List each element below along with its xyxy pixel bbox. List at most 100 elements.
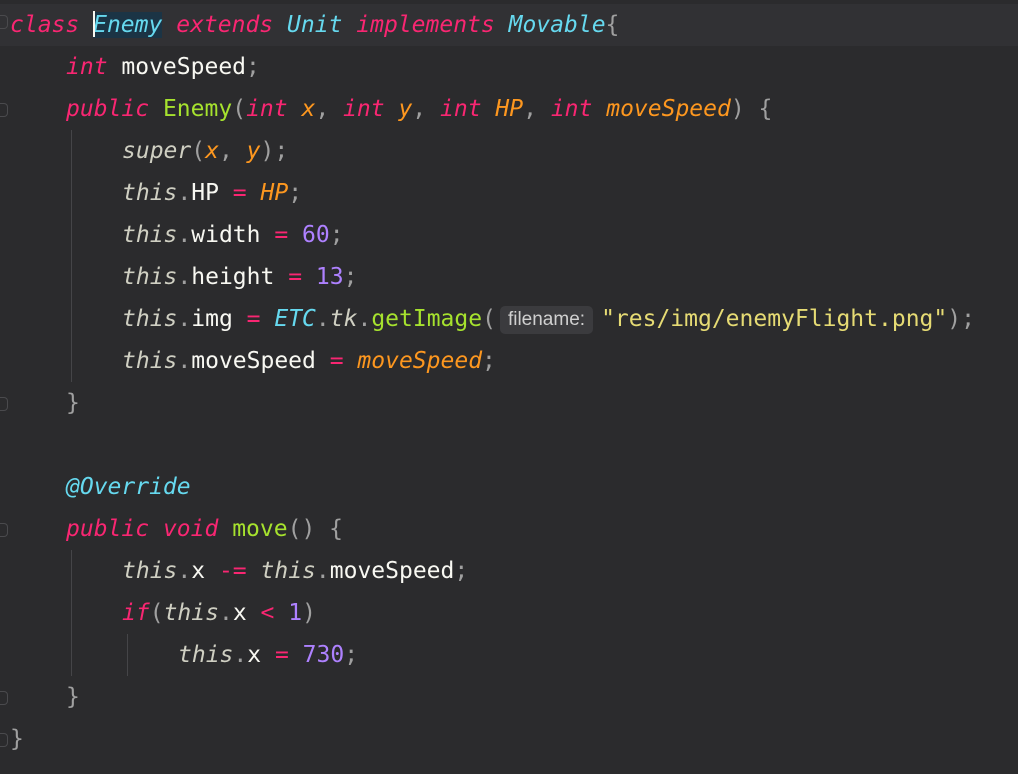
code-line-content: int moveSpeed; (66, 46, 260, 88)
code-token: void (162, 516, 219, 542)
code-line[interactable]: public Enemy(int x, int y, int HP, int m… (0, 88, 1018, 130)
code-token: this (122, 222, 178, 248)
code-line[interactable]: if(this.x < 1) (0, 592, 1018, 634)
code-token: moveSpeed (606, 96, 731, 122)
code-token: ) { (730, 96, 773, 122)
code-token: = (274, 264, 316, 290)
code-token: ETC (274, 306, 316, 332)
code-line[interactable]: this.img = ETC.tk.getImage(filename: "res… (0, 298, 1018, 340)
code-line[interactable]: } (0, 382, 1018, 424)
code-token: , (315, 96, 344, 122)
code-token: ; (344, 642, 359, 668)
code-line[interactable]: public void move() { (0, 508, 1018, 550)
code-line[interactable]: this.moveSpeed = moveSpeed; (0, 340, 1018, 382)
code-line-content: public void move() { (66, 508, 343, 550)
code-token: move (232, 516, 288, 542)
text-caret (93, 10, 96, 37)
code-line[interactable]: this.x = 730; (0, 634, 1018, 676)
code-token: ( (232, 96, 247, 122)
code-line[interactable]: this.height = 13; (0, 256, 1018, 298)
code-token: "res/img/enemyFlight.png" (601, 306, 948, 332)
fold-marker-icon[interactable] (0, 15, 8, 29)
code-token: tk (329, 306, 358, 332)
code-token: x (205, 138, 219, 164)
code-token: } (66, 684, 80, 710)
code-token: ; (288, 180, 303, 206)
code-line[interactable]: this.HP = HP; (0, 172, 1018, 214)
code-token: HP (191, 180, 219, 206)
code-token: Enemy (93, 12, 163, 38)
code-line-content: @Override (66, 466, 191, 508)
code-line[interactable] (0, 424, 1018, 466)
code-line-content: this.height = 13; (122, 256, 357, 298)
code-line[interactable]: super(x, y); (0, 130, 1018, 172)
code-token: . (177, 264, 192, 290)
fold-marker-icon[interactable] (0, 523, 8, 537)
fold-marker-icon[interactable] (0, 691, 8, 705)
code-line-content: class Enemy extends Unit implements Mova… (10, 4, 619, 46)
code-token: . (177, 348, 192, 374)
code-token: extends (176, 12, 274, 38)
code-token: moveSpeed (191, 348, 316, 374)
indent-guide (71, 550, 72, 676)
code-token: if (122, 600, 150, 626)
code-token: , (218, 138, 247, 164)
code-line[interactable]: } (0, 676, 1018, 718)
code-token: @Override (66, 474, 191, 500)
code-token: 1 (288, 600, 303, 626)
code-editor[interactable]: }} this.x = 730; if(this.x < 1) this.x -= t… (0, 0, 1018, 774)
code-token: public (66, 516, 150, 542)
code-line-content: if(this.x < 1) (122, 592, 316, 634)
code-token: ; (343, 264, 358, 290)
code-line[interactable]: this.x -= this.moveSpeed; (0, 550, 1018, 592)
code-token: this (122, 348, 178, 374)
code-token: int (343, 96, 385, 122)
code-token: moveSpeed (329, 558, 455, 584)
code-token: = (261, 642, 303, 668)
code-token: ; (454, 558, 469, 584)
code-token: this (178, 642, 234, 668)
code-line[interactable]: this.width = 60; (0, 214, 1018, 256)
code-line-content: super(x, y); (122, 130, 288, 172)
code-line-content: } (66, 382, 80, 424)
code-line[interactable]: } (0, 718, 1018, 760)
code-token: 60 (302, 222, 330, 248)
code-token: int (246, 96, 288, 122)
code-token: height (191, 264, 275, 290)
code-line[interactable]: class Enemy extends Unit implements Mova… (0, 4, 1018, 46)
code-token: ( (482, 306, 496, 332)
code-token: ); (947, 306, 975, 332)
indent-guide (127, 634, 128, 676)
code-token: . (177, 306, 192, 332)
code-token: 730 (302, 642, 345, 668)
code-line-content: this.x -= this.moveSpeed; (122, 550, 468, 592)
code-line[interactable]: @Override (0, 466, 1018, 508)
code-line[interactable]: int moveSpeed; (0, 46, 1018, 88)
code-token: ; (482, 348, 496, 374)
code-line-content: this.moveSpeed = moveSpeed; (122, 340, 496, 382)
code-token: Enemy (162, 96, 233, 122)
code-token: 13 (315, 264, 344, 290)
fold-marker-icon[interactable] (0, 733, 8, 747)
code-token: , (412, 96, 440, 122)
code-token: . (315, 306, 330, 332)
code-token: this (122, 306, 178, 332)
fold-marker-icon[interactable] (0, 397, 8, 411)
code-token: width (191, 222, 261, 248)
code-token: = (260, 222, 303, 248)
code-token: HP (495, 96, 524, 122)
fold-marker-icon[interactable] (0, 103, 8, 117)
code-token: x (301, 96, 316, 122)
code-token: HP (260, 180, 289, 206)
code-token: Unit (287, 12, 343, 38)
code-token: ( (149, 600, 164, 626)
code-token: . (233, 642, 248, 668)
code-token: -= (205, 558, 261, 584)
